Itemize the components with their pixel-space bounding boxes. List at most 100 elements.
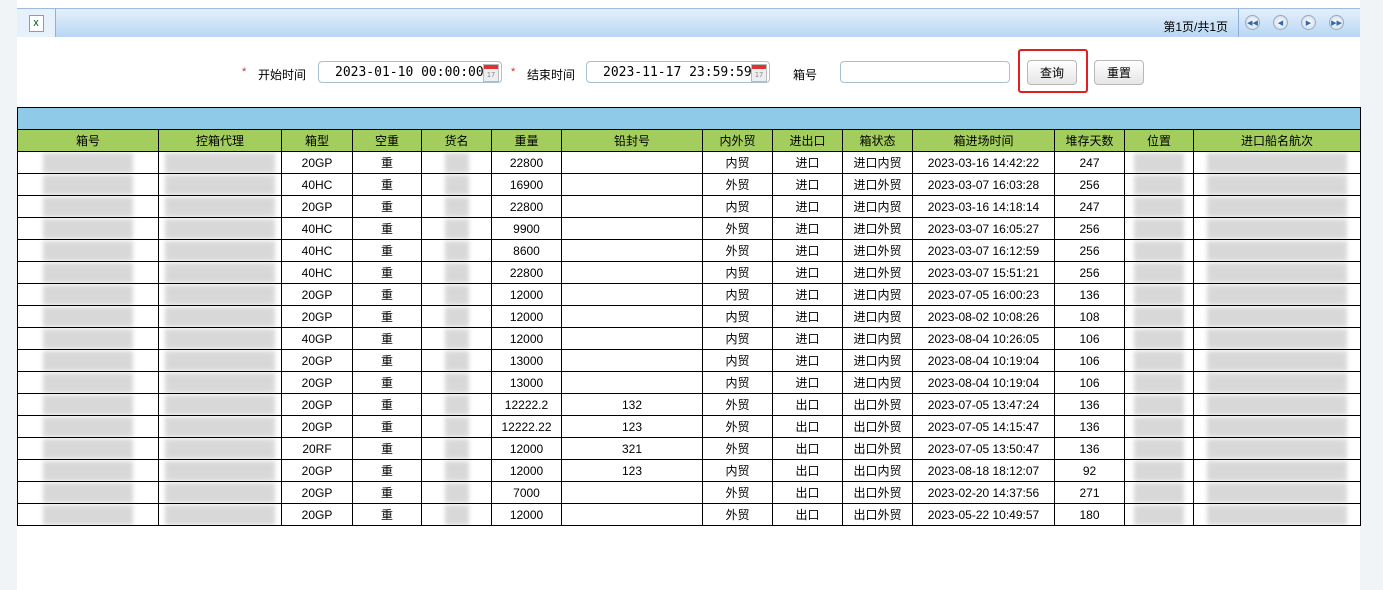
table-cell: 12000 (491, 327, 562, 350)
table-row[interactable]: 20GP 重 22800 内贸 进口 进口内贸 2023-03-16 14:42:22 247 (17, 151, 1362, 174)
table-row[interactable]: 20GP 重 22800 内贸 进口 进口内贸 2023-03-16 14:18:14 247 (17, 195, 1362, 218)
table-cell: 重 (352, 327, 422, 350)
table-cell: 12000 (491, 503, 562, 526)
table-cell: 重 (352, 195, 422, 218)
redacted-block (43, 218, 133, 239)
table-cell (158, 349, 282, 372)
box-number-input[interactable] (840, 61, 1010, 83)
next-page-icon[interactable]: ▶ (1301, 15, 1316, 30)
table-cell: 外贸 (702, 503, 773, 526)
start-time-input[interactable]: 2023-01-10 00:00:00 17 (318, 61, 502, 83)
redacted-block (1134, 196, 1184, 217)
redacted-block (165, 482, 275, 503)
table-cell (17, 151, 159, 174)
end-time-value: 2023-11-17 23:59:59 (603, 65, 752, 80)
redacted-block (165, 174, 275, 195)
table-cell: 2023-07-05 16:00:23 (912, 283, 1055, 306)
table-cell (421, 415, 492, 438)
redacted-block (1207, 328, 1348, 349)
table-cell: 132 (561, 393, 703, 416)
redacted-block (1134, 460, 1184, 481)
table-cell (17, 349, 159, 372)
table-cell (1124, 481, 1194, 504)
data-table: 箱号 控箱代理 箱型 空重 货名 重量 铅封号 内外贸 进出口 箱状态 箱进场时间 堆存天数 位置 进口船… (16, 107, 1362, 526)
table-row[interactable]: 20GP 重 12000 123 内贸 出口 出口内贸 2023-08-18 18:12:07… (17, 459, 1362, 482)
table-cell: 重 (352, 305, 422, 328)
table-row[interactable]: 20GP 重 12222.22 123 外贸 出口 出口外贸 2023-07-05 14:15… (17, 415, 1362, 438)
table-cell: 2023-08-04 10:19:04 (912, 349, 1055, 372)
last-page-icon[interactable]: ▶▶ (1329, 15, 1344, 30)
table-cell (1192, 239, 1362, 262)
redacted-block (1134, 372, 1184, 393)
table-row[interactable]: 20GP 重 12000 内贸 进口 进口内贸 2023-08-02 10:08:26 108 (17, 305, 1362, 328)
table-cell: 外贸 (702, 173, 773, 196)
redacted-block (444, 416, 469, 437)
calendar-icon[interactable]: 17 (483, 64, 499, 82)
table-cell: 20GP (281, 371, 353, 394)
first-page-icon[interactable]: ◀◀ (1245, 15, 1260, 30)
table-row[interactable]: 20GP 重 12222.2 132 外贸 出口 出口外贸 2023-07-05 13:47:… (17, 393, 1362, 416)
table-cell (421, 195, 492, 218)
redacted-block (165, 438, 275, 459)
table-cell (17, 371, 159, 394)
table-row[interactable]: 20RF 重 12000 321 外贸 出口 出口外贸 2023-07-05 13:50:47… (17, 437, 1362, 460)
calendar-icon[interactable]: 17 (751, 64, 767, 82)
table-cell (158, 503, 282, 526)
end-time-input[interactable]: 2023-11-17 23:59:59 17 (586, 61, 770, 83)
table-cell (1124, 459, 1194, 482)
table-cell: 进口 (772, 217, 843, 240)
table-cell: 外贸 (702, 239, 773, 262)
redacted-block (444, 240, 469, 261)
table-cell (561, 217, 703, 240)
table-cell: 12000 (491, 437, 562, 460)
table-row[interactable]: 40GP 重 12000 内贸 进口 进口内贸 2023-08-04 10:26:05 106 (17, 327, 1362, 350)
table-cell (158, 151, 282, 174)
redacted-block (165, 504, 275, 525)
table-cell (421, 239, 492, 262)
table-cell: 20GP (281, 195, 353, 218)
table-cell: 20GP (281, 415, 353, 438)
redacted-block (444, 482, 469, 503)
reset-button[interactable]: 重置 (1094, 60, 1144, 85)
table-cell: 进口内贸 (842, 327, 913, 350)
table-row[interactable]: 20GP 重 12000 内贸 进口 进口内贸 2023-07-05 16:00:23 136 (17, 283, 1362, 306)
column-header: 货名 (421, 129, 492, 152)
table-cell (1192, 503, 1362, 526)
table-cell (1124, 305, 1194, 328)
table-cell: 136 (1054, 393, 1125, 416)
table-cell: 进口 (772, 173, 843, 196)
table-cell (17, 239, 159, 262)
prev-page-icon[interactable]: ◀ (1273, 15, 1288, 30)
redacted-block (444, 152, 469, 173)
table-cell (421, 349, 492, 372)
export-excel-button[interactable]: X (17, 9, 56, 37)
table-cell (421, 217, 492, 240)
table-row[interactable]: 40HC 重 8600 外贸 进口 进口外贸 2023-03-07 16:12:59 256 (17, 239, 1362, 262)
table-cell: 2023-05-22 10:49:57 (912, 503, 1055, 526)
table-row[interactable]: 40HC 重 16900 外贸 进口 进口外贸 2023-03-07 16:03:28 256 (17, 173, 1362, 196)
table-cell (1124, 503, 1194, 526)
redacted-block (165, 394, 275, 415)
table-cell (1192, 305, 1362, 328)
redacted-block (444, 504, 469, 525)
table-cell: 进口内贸 (842, 151, 913, 174)
table-cell (561, 503, 703, 526)
table-cell (17, 195, 159, 218)
table-cell: 20GP (281, 481, 353, 504)
redacted-block (444, 196, 469, 217)
table-row[interactable]: 20GP 重 12000 外贸 出口 出口外贸 2023-05-22 10:49:57 180 (17, 503, 1362, 526)
table-row[interactable]: 20GP 重 13000 内贸 进口 进口内贸 2023-08-04 10:19:04 106 (17, 371, 1362, 394)
table-cell: 重 (352, 481, 422, 504)
table-cell (17, 437, 159, 460)
table-cell: 进口外贸 (842, 217, 913, 240)
table-cell: 180 (1054, 503, 1125, 526)
redacted-block (444, 174, 469, 195)
table-row[interactable]: 20GP 重 7000 外贸 出口 出口外贸 2023-02-20 14:37:56 271 (17, 481, 1362, 504)
table-row[interactable]: 40HC 重 9900 外贸 进口 进口外贸 2023-03-07 16:05:27 256 (17, 217, 1362, 240)
table-row[interactable]: 20GP 重 13000 内贸 进口 进口内贸 2023-08-04 10:19:04 106 (17, 349, 1362, 372)
table-row[interactable]: 40HC 重 22800 内贸 进口 进口外贸 2023-03-07 15:51:21 256 (17, 261, 1362, 284)
redacted-block (1134, 218, 1184, 239)
table-cell (1124, 239, 1194, 262)
table-cell: 22800 (491, 261, 562, 284)
redacted-block (43, 328, 133, 349)
